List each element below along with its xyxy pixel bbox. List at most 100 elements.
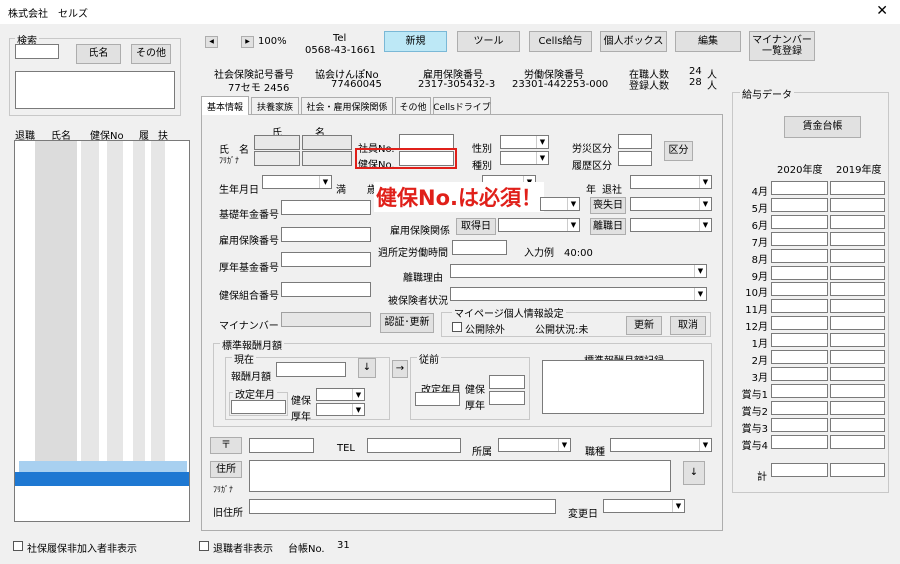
salary-2019-cell[interactable]: [830, 265, 885, 280]
chevron-down-icon[interactable]: ▼: [567, 219, 579, 231]
rireki-input[interactable]: [618, 151, 652, 166]
salary-2019-cell[interactable]: [830, 248, 885, 263]
rishoku-riyu-select[interactable]: ▼: [450, 264, 707, 278]
copy-to-previous-button[interactable]: →: [392, 360, 408, 378]
soshitsu-reason-select[interactable]: ▼: [540, 197, 580, 211]
chevron-down-icon[interactable]: ▼: [694, 265, 706, 277]
salary-2019-cell[interactable]: [830, 181, 885, 195]
last-name-input[interactable]: [254, 135, 300, 150]
salary-2019-cell[interactable]: [830, 366, 885, 381]
kiso-input[interactable]: [281, 200, 371, 215]
salary-2020-cell[interactable]: [771, 366, 828, 381]
kenpo-grade-select[interactable]: ▼: [316, 388, 365, 401]
chevron-down-icon[interactable]: ▼: [352, 389, 364, 400]
salary-2020-cell[interactable]: [771, 181, 828, 195]
old-address-input[interactable]: [249, 499, 556, 514]
salary-2019-cell[interactable]: [830, 282, 885, 297]
rosai-input[interactable]: [618, 134, 652, 149]
salary-2019-cell[interactable]: [830, 350, 885, 364]
search-input[interactable]: [15, 44, 59, 59]
salary-2019-cell[interactable]: [830, 231, 885, 246]
salary-2019-cell[interactable]: [830, 383, 885, 398]
previous-kaitei-input[interactable]: [415, 392, 460, 406]
scroll-left-button[interactable]: ◀: [205, 36, 218, 48]
rishoku-date-select[interactable]: ▼: [630, 218, 712, 232]
soshitsu-button[interactable]: 喪失日: [590, 197, 626, 214]
kosei-input[interactable]: [281, 252, 371, 267]
tel-input[interactable]: [367, 438, 461, 453]
salary-2020-cell[interactable]: [771, 316, 828, 331]
taisha-select[interactable]: ▼: [630, 175, 712, 189]
shokushu-select[interactable]: ▼: [610, 438, 712, 452]
wage-ledger-button[interactable]: 賃金台帳: [784, 116, 861, 138]
chevron-down-icon[interactable]: ▼: [558, 439, 570, 451]
soshitsu-date-select[interactable]: ▼: [630, 197, 712, 211]
employee-list[interactable]: [14, 140, 190, 522]
new-button[interactable]: 新規: [384, 31, 447, 52]
rodo-jikan-input[interactable]: [452, 240, 507, 255]
chevron-down-icon[interactable]: ▼: [352, 404, 364, 415]
previous-kenpo-input[interactable]: [489, 375, 525, 389]
salary-2019-cell[interactable]: [830, 197, 885, 212]
salary-2020-cell[interactable]: [771, 383, 828, 398]
henko-date-select[interactable]: ▼: [603, 499, 685, 513]
hide-non-enrolled-checkbox[interactable]: [13, 541, 23, 551]
seibetsu-select[interactable]: ▼: [500, 135, 549, 149]
chevron-down-icon[interactable]: ▼: [567, 198, 579, 210]
tab-insurance[interactable]: 社会・雇用保険関係: [301, 97, 393, 114]
houshu-down-button[interactable]: ↓: [358, 358, 376, 378]
salary-2019-cell[interactable]: [830, 434, 885, 449]
hihokensha-select[interactable]: ▼: [450, 287, 707, 301]
mypage-update-button[interactable]: 更新: [626, 316, 662, 335]
shozoku-select[interactable]: ▼: [498, 438, 571, 452]
salary-2020-cell[interactable]: [771, 434, 828, 449]
salary-2019-cell[interactable]: [830, 400, 885, 415]
scroll-right-button[interactable]: ▶: [241, 36, 254, 48]
tab-other[interactable]: その他: [395, 97, 431, 114]
address-input[interactable]: [249, 460, 671, 492]
salary-2020-cell[interactable]: [771, 350, 828, 364]
koyo-no-input[interactable]: [281, 227, 371, 242]
kiroku-list[interactable]: [542, 360, 704, 414]
chevron-down-icon[interactable]: ▼: [536, 152, 548, 164]
chevron-down-icon[interactable]: ▼: [672, 500, 684, 512]
tab-cells-drive[interactable]: Cellsドライブ: [433, 97, 491, 114]
salary-2019-cell[interactable]: [830, 417, 885, 432]
salary-2020-cell[interactable]: [771, 265, 828, 280]
hide-retired-checkbox[interactable]: [199, 541, 209, 551]
auth-update-button[interactable]: 認証･更新: [380, 313, 434, 333]
first-name-kana-input[interactable]: [302, 151, 352, 166]
total-2019-cell[interactable]: [830, 463, 885, 477]
shubetsu-select[interactable]: ▼: [500, 151, 549, 165]
salary-2020-cell[interactable]: [771, 299, 828, 314]
name-search-button[interactable]: 氏名: [76, 44, 121, 64]
birthday-select[interactable]: ▼: [262, 175, 332, 189]
mynumber-list-button[interactable]: マイナンバー 一覧登録: [749, 31, 815, 61]
salary-2020-cell[interactable]: [771, 197, 828, 212]
total-2020-cell[interactable]: [771, 463, 828, 477]
edit-button[interactable]: 編集: [675, 31, 741, 52]
chevron-down-icon[interactable]: ▼: [319, 176, 331, 188]
last-name-kana-input[interactable]: [254, 151, 300, 166]
salary-2020-cell[interactable]: [771, 417, 828, 432]
list-item-selected[interactable]: [15, 472, 189, 486]
houshu-input[interactable]: [276, 362, 346, 377]
shutoku-button[interactable]: 取得日: [456, 218, 496, 235]
kosei-grade-select[interactable]: ▼: [316, 403, 365, 416]
tab-basic-info[interactable]: 基本情報: [201, 96, 249, 115]
chevron-down-icon[interactable]: ▼: [699, 198, 711, 210]
rishoku-button[interactable]: 離職日: [590, 218, 626, 235]
tab-dependents[interactable]: 扶養家族: [251, 97, 299, 114]
salary-2019-cell[interactable]: [830, 333, 885, 348]
address-down-button[interactable]: ↓: [683, 461, 705, 485]
mypage-cancel-button[interactable]: 取消: [670, 316, 706, 335]
chevron-down-icon[interactable]: ▼: [536, 136, 548, 148]
shain-no-input[interactable]: [399, 134, 454, 149]
salary-2019-cell[interactable]: [830, 299, 885, 314]
kenpo-kumiai-input[interactable]: [281, 282, 371, 297]
postal-input[interactable]: [249, 438, 314, 453]
postal-button[interactable]: 〒: [210, 437, 242, 454]
search-result-box[interactable]: [15, 71, 175, 109]
salary-2019-cell[interactable]: [830, 214, 885, 229]
salary-2020-cell[interactable]: [771, 214, 828, 229]
